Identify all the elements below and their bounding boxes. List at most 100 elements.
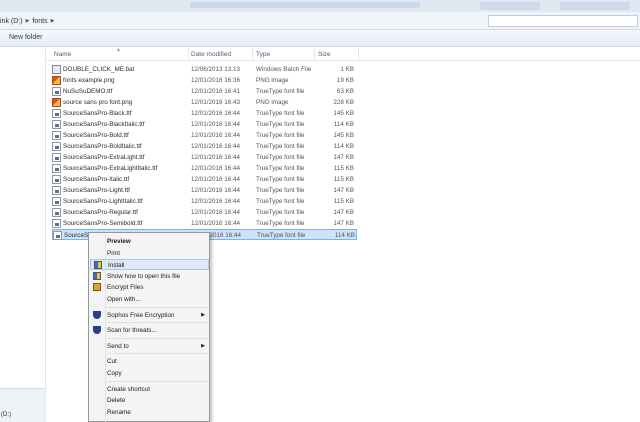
menu-item-label: Cut bbox=[107, 358, 117, 366]
menu-preview[interactable]: Preview bbox=[90, 236, 209, 247]
menu-item-label: Scan for threats... bbox=[107, 327, 157, 335]
file-name: SourceSansPro-BlackItalic.ttf bbox=[63, 121, 145, 128]
file-size: 147 KB bbox=[333, 209, 354, 216]
file-size: 145 KB bbox=[333, 132, 354, 139]
encrypt-icon bbox=[93, 283, 101, 292]
menu-item-label: Preview bbox=[107, 238, 131, 245]
menu-rename[interactable]: Rename bbox=[90, 407, 209, 418]
file-type: TrueType font file bbox=[256, 198, 305, 205]
column-header-date[interactable]: Date modified bbox=[191, 51, 231, 58]
menu-copy[interactable]: Copy bbox=[90, 368, 209, 379]
submenu-arrow-icon: ▶ bbox=[201, 342, 205, 349]
file-row[interactable]: SourceSansPro-Bold.ttf 12/01/2016 16:44 Tr… bbox=[52, 130, 357, 141]
menu-separator bbox=[107, 380, 208, 382]
menu-sophos-encryption[interactable]: Sophos Free Encryption ▶ bbox=[90, 310, 209, 321]
font-file-icon bbox=[52, 87, 61, 96]
file-size: 115 KB bbox=[333, 198, 354, 205]
menu-item-label: Send to bbox=[107, 342, 129, 350]
file-row[interactable]: SourceSansPro-BoldItalic.ttf 12/01/2016 1… bbox=[52, 141, 357, 152]
context-menu: Preview Print Install Show how to open this… bbox=[88, 232, 210, 422]
search-input[interactable] bbox=[488, 15, 638, 27]
sort-up-icon: ▲ bbox=[116, 47, 121, 53]
breadcrumb-folder[interactable]: fonts bbox=[32, 18, 47, 25]
file-row[interactable]: DOUBLE_CLICK_ME.bat 12/06/2013 13:13 Windo… bbox=[52, 64, 357, 75]
menu-separator bbox=[107, 353, 208, 355]
file-type: TrueType font file bbox=[256, 220, 305, 227]
file-date: 12/01/2016 16:44 bbox=[191, 165, 241, 172]
menu-separator bbox=[107, 306, 208, 308]
file-row[interactable]: SourceSansPro-LightItalic.ttf 12/01/2016 … bbox=[52, 196, 357, 207]
breadcrumb: ink (D:) ▶ fonts ▶ bbox=[0, 16, 54, 26]
file-row[interactable]: SourceSansPro-Light.ttf 12/01/2016 16:44 T… bbox=[52, 185, 357, 196]
file-size: 115 KB bbox=[333, 176, 354, 183]
column-divider[interactable] bbox=[252, 48, 253, 60]
file-row[interactable]: SourceSansPro-Black.ttf 12/01/2016 16:44 T… bbox=[52, 108, 357, 119]
file-row[interactable]: source sans pro font.png 12/01/2016 16:43… bbox=[52, 97, 357, 108]
font-file-icon bbox=[52, 219, 61, 228]
file-type: PNG image bbox=[256, 99, 289, 106]
file-date: 12/01/2016 16:44 bbox=[191, 110, 241, 117]
file-date: 12/01/2016 16:36 bbox=[191, 77, 241, 84]
column-header-size[interactable]: Size bbox=[318, 51, 331, 58]
column-divider[interactable] bbox=[358, 48, 359, 60]
file-date: 12/01/2016 16:43 bbox=[191, 99, 241, 106]
font-file-icon bbox=[52, 208, 61, 217]
file-size: 115 KB bbox=[333, 165, 354, 172]
file-date: 12/01/2016 16:44 bbox=[191, 198, 241, 205]
file-row[interactable]: SourceSansPro-Regular.ttf 12/01/2016 16:4… bbox=[52, 207, 357, 218]
font-file-icon bbox=[52, 142, 61, 151]
file-row[interactable]: NuSuSuDEMO.ttf 12/01/2016 16:41 TrueType f… bbox=[52, 86, 357, 97]
chevron-right-icon[interactable]: ▶ bbox=[51, 18, 55, 24]
file-row[interactable]: fonts example.png 12/01/2016 16:36 PNG ima… bbox=[52, 75, 357, 86]
file-name: SourceSansPro-LightItalic.ttf bbox=[63, 198, 143, 205]
file-name: fonts example.png bbox=[63, 77, 115, 84]
file-date: 12/01/2016 16:41 bbox=[191, 88, 241, 95]
file-name: SourceSansPro-BoldItalic.ttf bbox=[63, 143, 142, 150]
file-row[interactable]: SourceSansPro-Semibold.ttf 12/01/2016 16:… bbox=[52, 218, 357, 229]
chevron-right-icon[interactable]: ▶ bbox=[26, 18, 30, 24]
menu-delete[interactable]: Delete bbox=[90, 395, 209, 406]
menu-cut[interactable]: Cut bbox=[90, 356, 209, 367]
new-folder-button[interactable]: New folder bbox=[4, 33, 47, 42]
shield-icon bbox=[94, 261, 102, 270]
file-type: TrueType font file bbox=[256, 110, 305, 117]
menu-install[interactable]: Install bbox=[90, 259, 209, 271]
window-title-placeholder bbox=[190, 2, 420, 8]
file-type: TrueType font file bbox=[256, 187, 305, 194]
column-header-type[interactable]: Type bbox=[256, 51, 270, 58]
menu-print[interactable]: Print bbox=[90, 248, 209, 259]
file-row[interactable]: SourceSansPro-BlackItalic.ttf 12/01/2016 … bbox=[52, 119, 357, 130]
column-headers: ▲ Name Date modified Type Size bbox=[46, 47, 640, 61]
file-name: SourceSansPro-ExtraLightItalic.ttf bbox=[63, 165, 158, 172]
menu-show-how-to-open[interactable]: Show how to open this file bbox=[90, 271, 209, 282]
column-divider[interactable] bbox=[188, 48, 189, 60]
bat-file-icon bbox=[52, 65, 61, 74]
file-date: 12/01/2016 16:44 bbox=[191, 209, 241, 216]
menu-open-with[interactable]: Open with... bbox=[90, 294, 209, 305]
file-name: SourceSansPro-Bold.ttf bbox=[63, 132, 129, 139]
menu-item-label: Rename bbox=[107, 408, 131, 416]
menu-scan-threats[interactable]: Scan for threats... bbox=[90, 325, 209, 336]
address-bar[interactable]: ink (D:) ▶ fonts ▶ bbox=[0, 12, 640, 30]
navigation-pane[interactable]: (D:) bbox=[0, 47, 46, 422]
menu-encrypt-files[interactable]: Encrypt Files bbox=[90, 282, 209, 293]
file-date: 12/01/2016 16:44 bbox=[191, 187, 241, 194]
menu-send-to[interactable]: Send to ▶ bbox=[90, 341, 209, 352]
file-row[interactable]: SourceSansPro-ExtraLightItalic.ttf 12/01/… bbox=[52, 163, 357, 174]
file-row[interactable]: SourceSansPro-Italic.ttf 12/01/2016 16:44… bbox=[52, 174, 357, 185]
font-file-icon bbox=[53, 231, 62, 240]
file-name: SourceSansPro-Black.ttf bbox=[63, 110, 132, 117]
column-header-name[interactable]: Name bbox=[54, 51, 71, 58]
menu-create-shortcut[interactable]: Create shortcut bbox=[90, 384, 209, 395]
breadcrumb-drive[interactable]: ink (D:) bbox=[0, 18, 23, 25]
column-divider[interactable] bbox=[314, 48, 315, 60]
nav-drive-item[interactable]: (D:) bbox=[1, 412, 11, 418]
file-type: TrueType font file bbox=[256, 209, 305, 216]
file-row[interactable]: SourceSansPro-ExtraLight.ttf 12/01/2016 1… bbox=[52, 152, 357, 163]
file-size: 114 KB bbox=[333, 121, 354, 128]
window-title-bar bbox=[0, 0, 640, 12]
command-toolbar: New folder bbox=[0, 30, 640, 47]
file-name: DOUBLE_CLICK_ME.bat bbox=[63, 66, 135, 73]
sophos-icon bbox=[93, 326, 101, 335]
font-file-icon bbox=[52, 175, 61, 184]
